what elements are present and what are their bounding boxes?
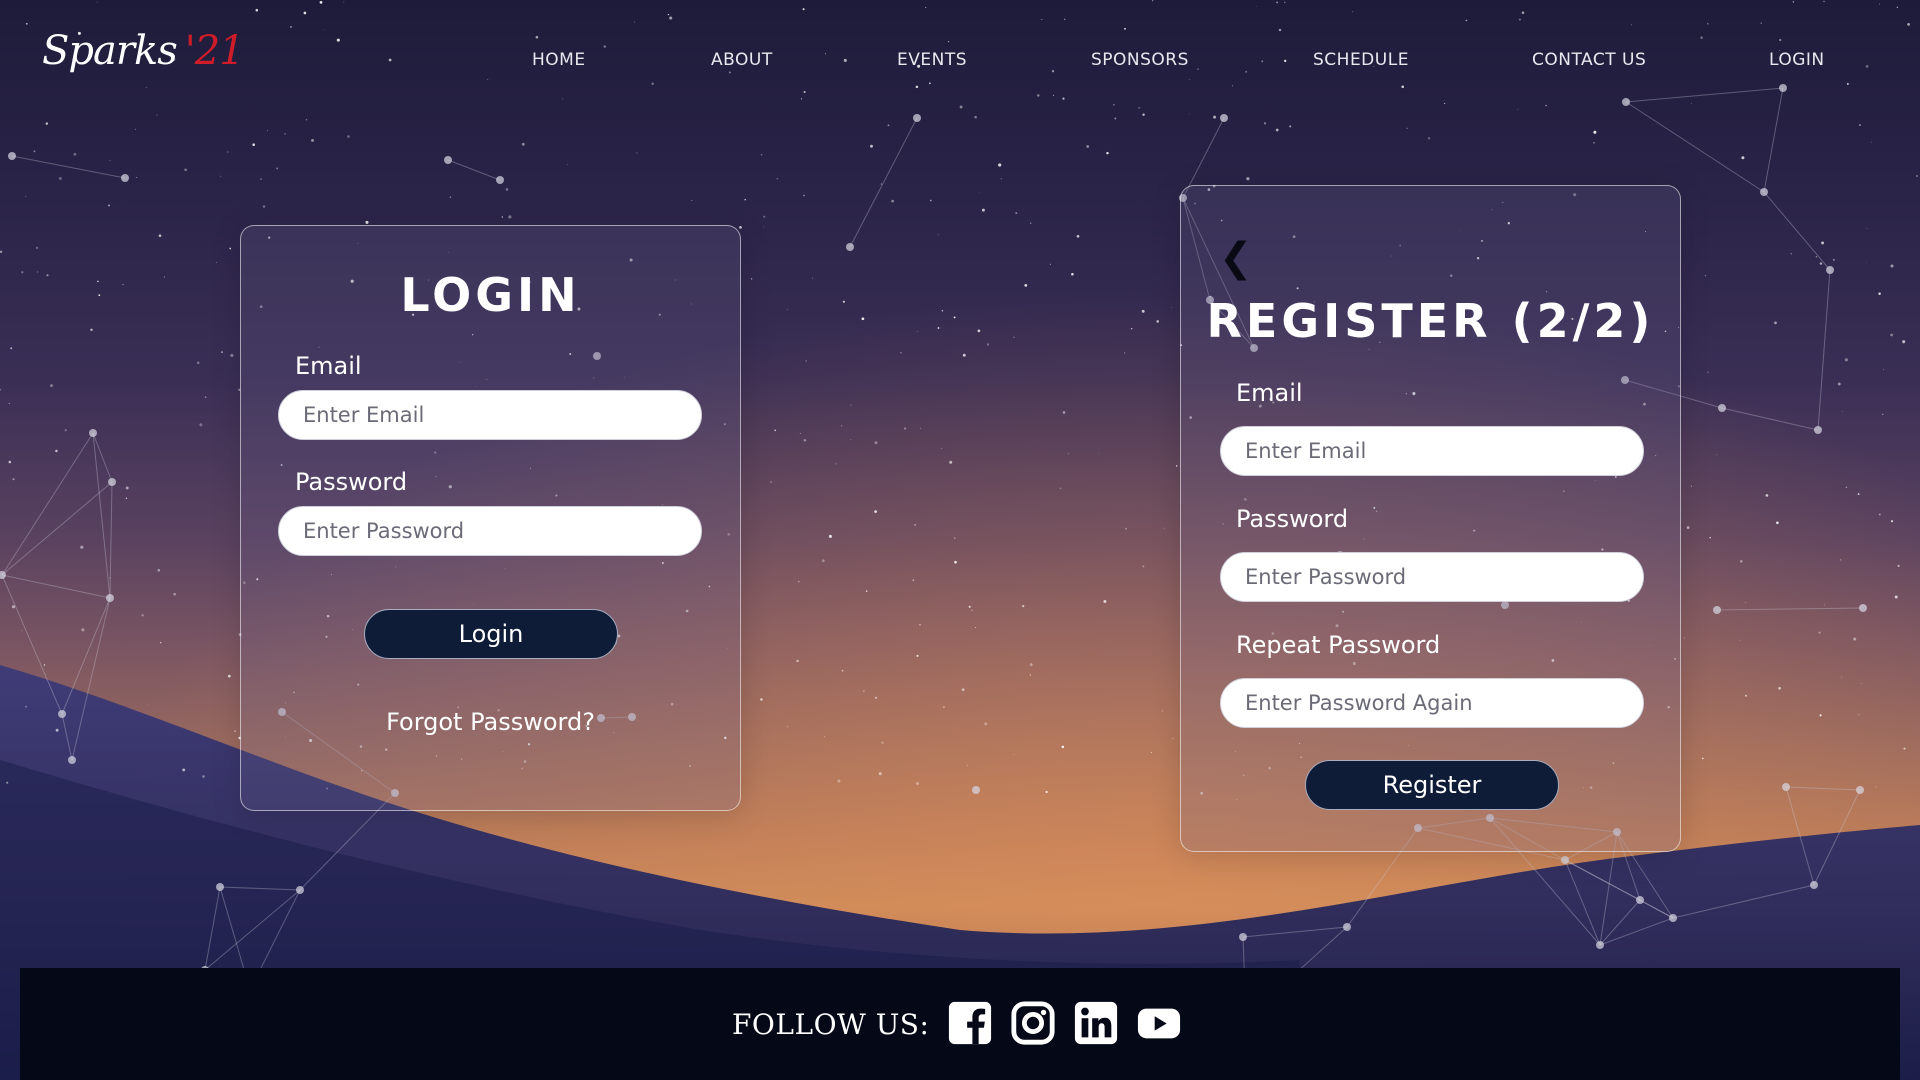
follow-us-label: FOLLOW US: — [732, 1008, 930, 1041]
login-email-label: Email — [295, 352, 362, 380]
nav-item-sponsors[interactable]: SPONSORS — [1091, 50, 1189, 70]
login-password-input[interactable] — [278, 506, 702, 556]
youtube-icon[interactable] — [1136, 1000, 1182, 1046]
nav-item-about[interactable]: ABOUT — [711, 50, 773, 70]
login-card: LOGIN Email Password Login Forgot Passwo… — [240, 225, 741, 811]
nav-item-events[interactable]: EVENTS — [897, 50, 967, 70]
footer: FOLLOW US: — [20, 968, 1900, 1080]
repeat-password-label: Repeat Password — [1236, 631, 1441, 659]
login-email-input[interactable] — [278, 390, 702, 440]
login-button[interactable]: Login — [364, 609, 618, 659]
nav-item-contact-us[interactable]: CONTACT US — [1532, 50, 1646, 70]
register-password-label: Password — [1236, 505, 1349, 533]
forgot-password-link[interactable]: Forgot Password? — [241, 708, 740, 736]
nav-item-login[interactable]: LOGIN — [1769, 50, 1825, 70]
facebook-icon[interactable] — [947, 1000, 993, 1046]
register-card: ❮ REGISTER (2/2) Email Password Repeat P… — [1180, 185, 1681, 852]
repeat-password-input[interactable] — [1220, 678, 1644, 728]
register-button[interactable]: Register — [1305, 760, 1559, 810]
login-title: LOGIN — [400, 268, 581, 322]
back-chevron-icon[interactable]: ❮ — [1219, 238, 1253, 278]
linkedin-icon[interactable] — [1073, 1000, 1119, 1046]
top-navigation: HOME ABOUT EVENTS SPONSORS SCHEDULE CONT… — [0, 50, 1920, 74]
register-email-input[interactable] — [1220, 426, 1644, 476]
login-password-label: Password — [295, 468, 408, 496]
register-email-label: Email — [1236, 379, 1303, 407]
register-password-input[interactable] — [1220, 552, 1644, 602]
register-title: REGISTER (2/2) — [1206, 294, 1655, 348]
nav-item-schedule[interactable]: SCHEDULE — [1313, 50, 1409, 70]
nav-item-home[interactable]: HOME — [532, 50, 586, 70]
instagram-icon[interactable] — [1010, 1000, 1056, 1046]
